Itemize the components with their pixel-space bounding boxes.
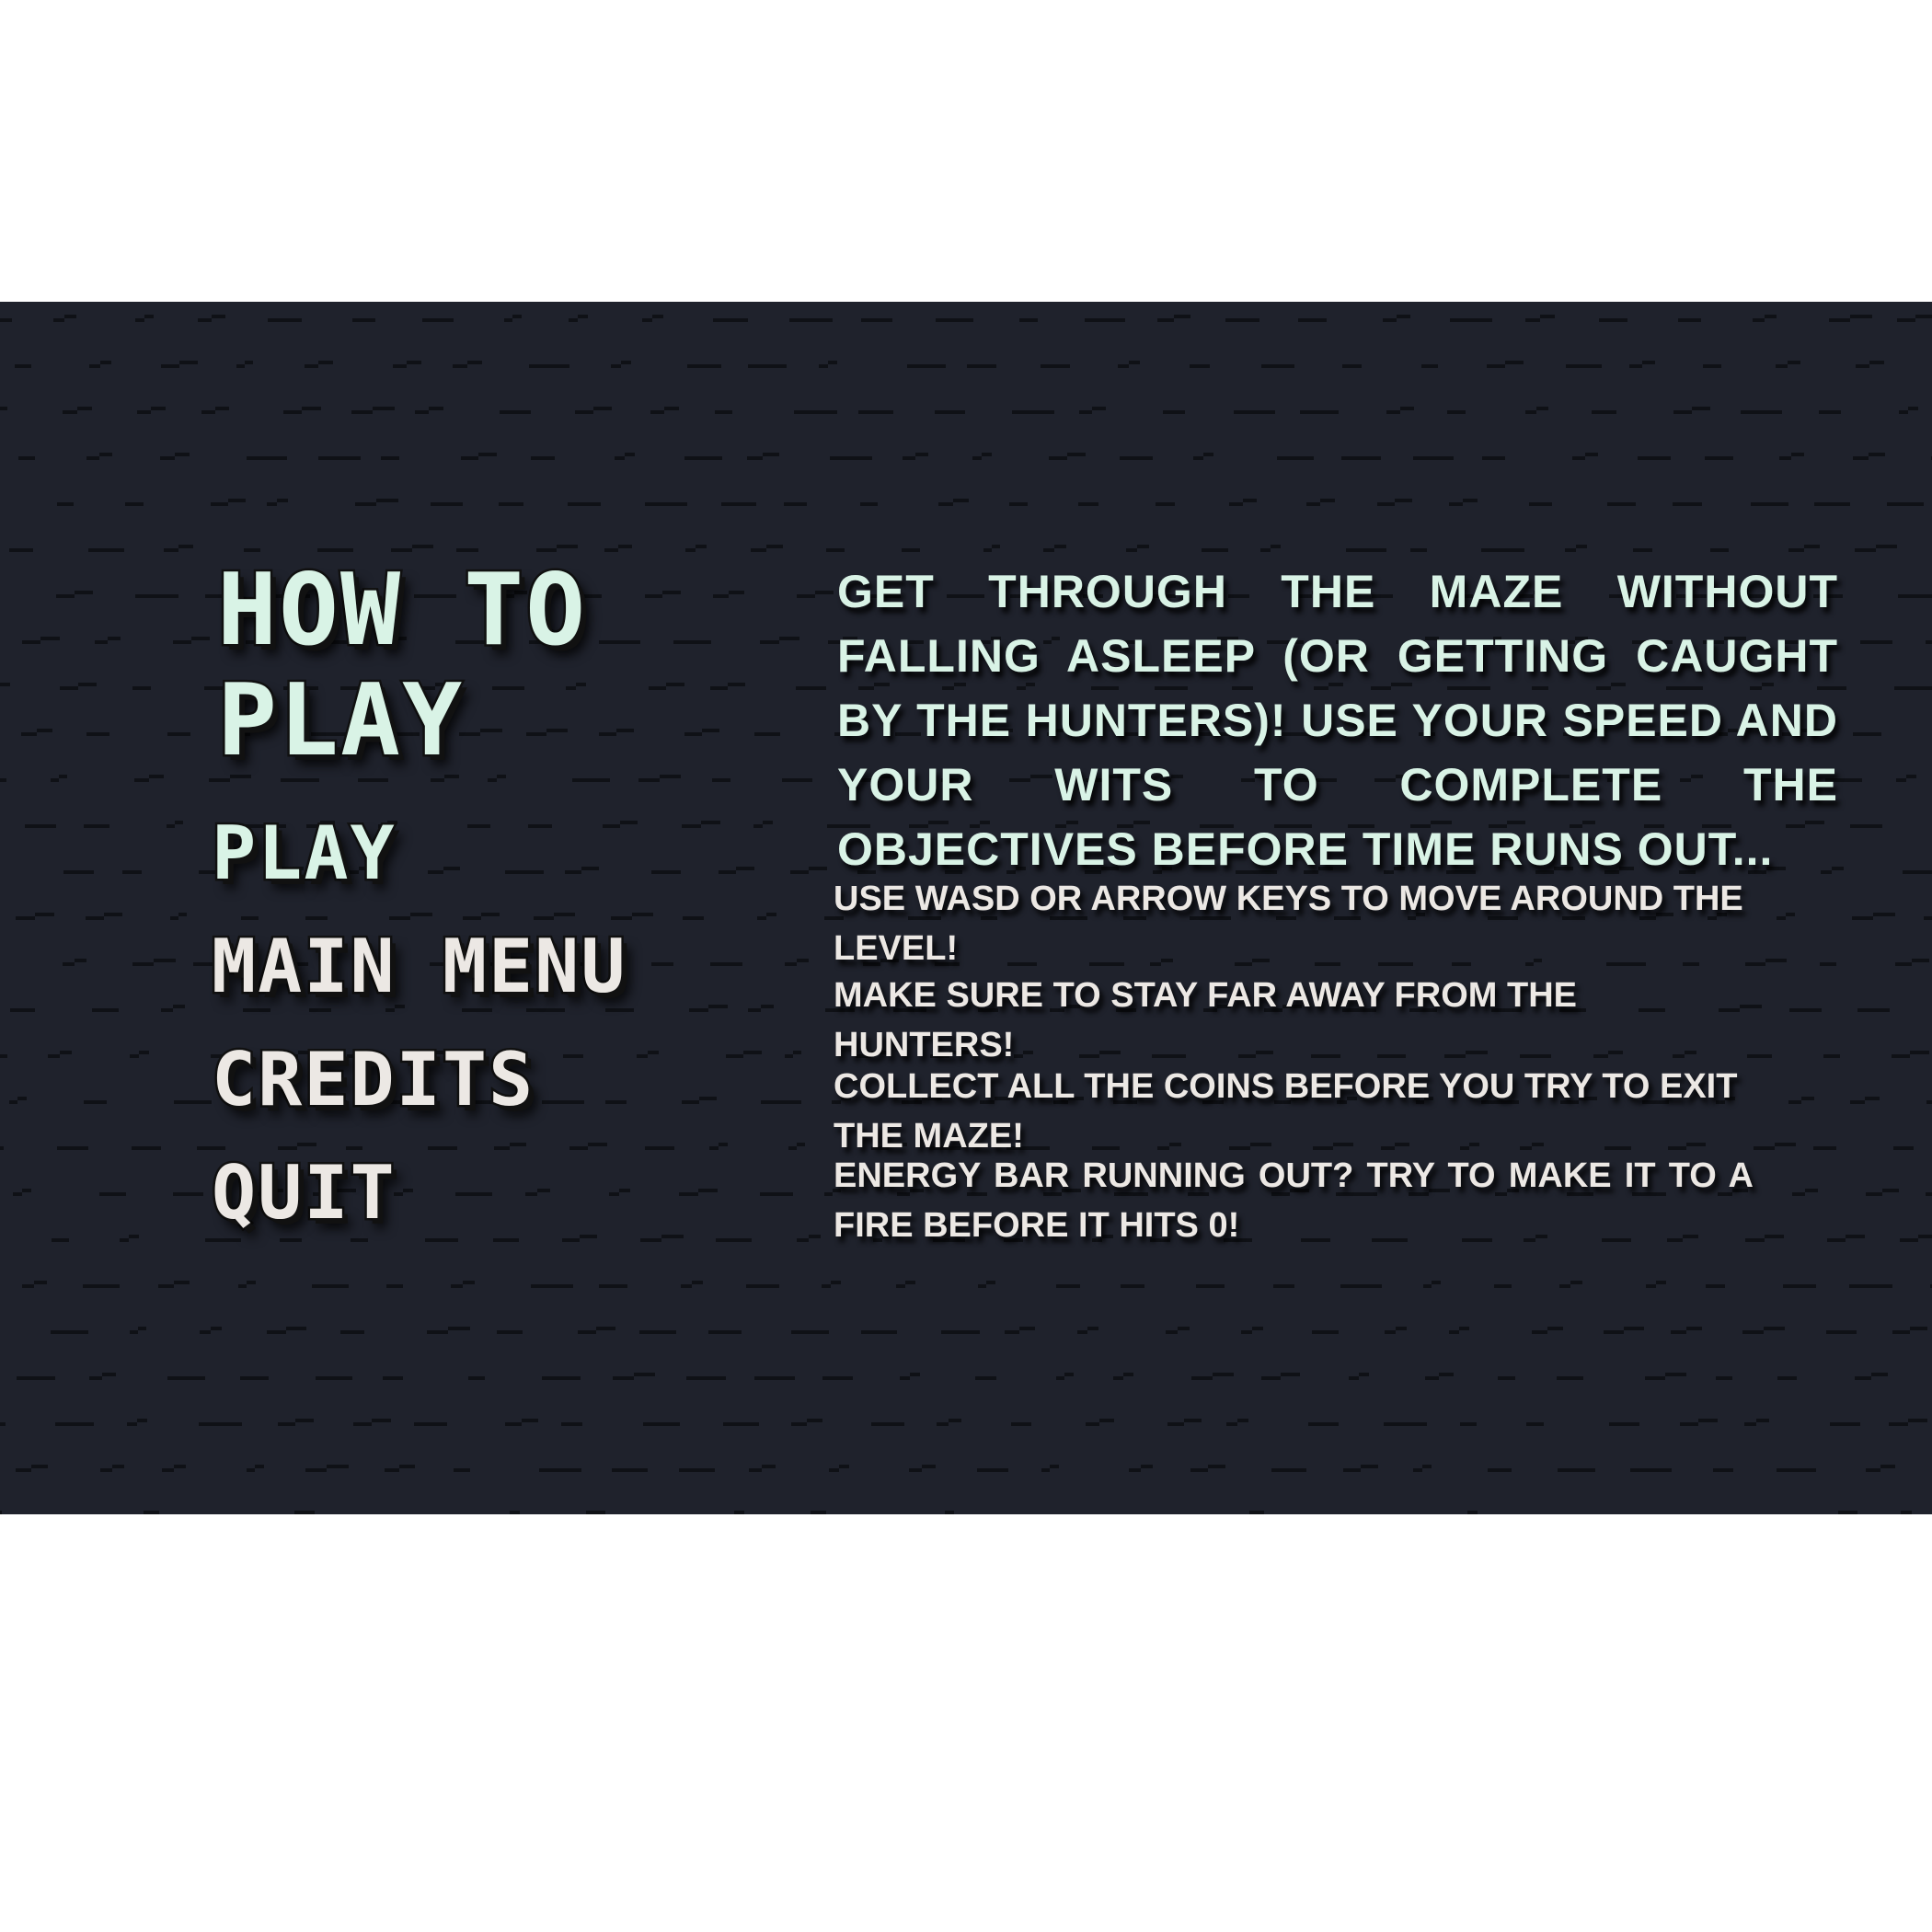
instructions-panel: GET THROUGH THE MAZE WITHOUT FALLING ASL… <box>837 559 1838 881</box>
tip-hunters: MAKE SURE TO STAY FAR AWAY FROM THE HUNT… <box>834 976 1577 1064</box>
intro-text: GET THROUGH THE MAZE WITHOUT FALLING ASL… <box>837 566 1838 875</box>
tip-movement: USE WASD OR ARROW KEYS TO MOVE AROUND TH… <box>834 880 1743 968</box>
main-menu-button[interactable]: MAIN MENU <box>209 927 627 1006</box>
quit-button[interactable]: QUIT <box>210 1154 397 1232</box>
page-title: HOW TO PLAY <box>215 553 588 778</box>
tip-coins: COLLECT ALL THE COINS BEFORE YOU TRY TO … <box>834 1067 1738 1156</box>
credits-button[interactable]: CREDITS <box>209 1041 535 1119</box>
tip-energy: ENERGY BAR RUNNING OUT? TRY TO MAKE IT T… <box>834 1156 1754 1245</box>
play-button[interactable]: PLAY <box>210 814 397 892</box>
game-screen: HOW TO PLAY PLAY MAIN MENU CREDITS QUIT … <box>0 302 1932 1514</box>
